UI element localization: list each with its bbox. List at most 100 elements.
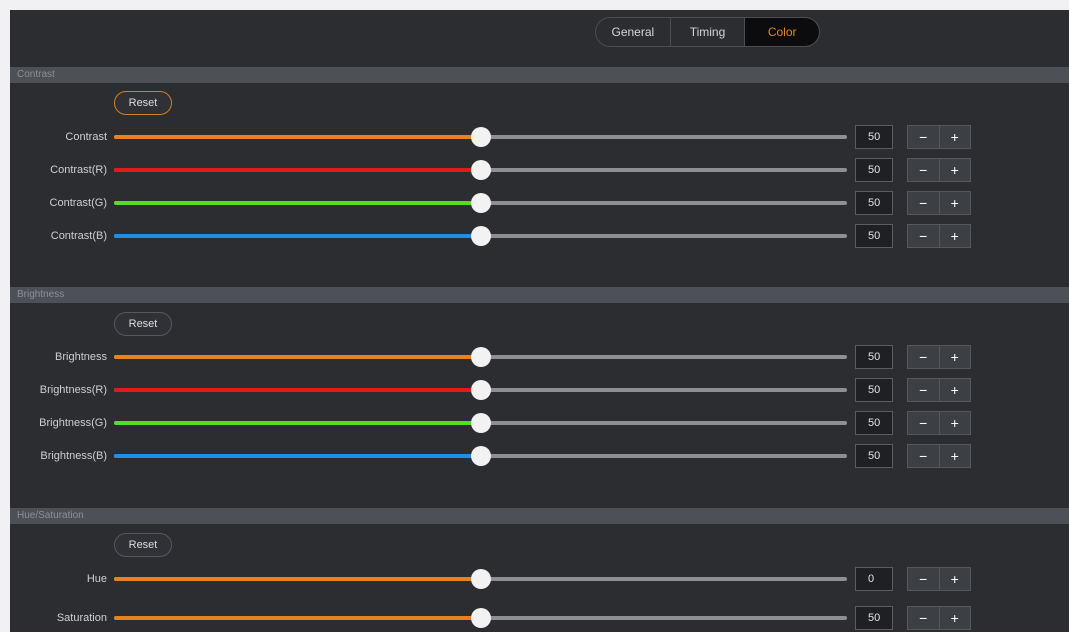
slider-fill [114,234,481,238]
slider-label: Brightness(R) [39,384,107,396]
slider-track[interactable] [114,446,847,466]
slider-track[interactable] [114,160,847,180]
value-stepper: − + [907,411,971,435]
brightness-reset-button[interactable]: Reset [114,312,172,336]
tab-color[interactable]: Color [744,18,819,46]
slider-thumb[interactable] [470,413,491,433]
slider-thumb[interactable] [470,347,491,367]
slider-fill [114,168,481,172]
increment-button[interactable]: + [938,412,970,434]
slider-thumb[interactable] [470,127,491,147]
slider-row-brightness-g: Brightness(G) 50 − + [10,411,1069,435]
value-stepper: − + [907,125,971,149]
increment-button[interactable]: + [938,568,970,590]
slider-label: Contrast(R) [50,164,107,176]
increment-button[interactable]: + [938,192,970,214]
decrement-button[interactable]: − [908,225,939,247]
decrement-button[interactable]: − [908,346,939,368]
slider-row-contrast-g: Contrast(G) 50 − + [10,191,1069,215]
slider-track[interactable] [114,347,847,367]
slider-label: Contrast(B) [50,230,107,242]
value-field[interactable]: 50 [855,158,893,182]
slider-fill [114,454,481,458]
contrast-section: Contrast Reset Contrast 50 − + Contrast(… [10,67,1069,277]
increment-button[interactable]: + [938,159,970,181]
slider-fill [114,201,481,205]
slider-row-contrast-b: Contrast(B) 50 − + [10,224,1069,248]
decrement-button[interactable]: − [908,192,939,214]
slider-thumb[interactable] [470,160,491,180]
value-stepper: − + [907,567,971,591]
increment-button[interactable]: + [938,379,970,401]
slider-track[interactable] [114,380,847,400]
increment-button[interactable]: + [938,607,970,629]
value-field[interactable]: 50 [855,444,893,468]
slider-thumb[interactable] [470,226,491,246]
slider-label: Brightness(B) [40,450,107,462]
slider-track[interactable] [114,127,847,147]
slider-fill [114,616,481,620]
decrement-button[interactable]: − [908,379,939,401]
slider-row-brightness-b: Brightness(B) 50 − + [10,444,1069,468]
slider-fill [114,577,481,581]
value-field[interactable]: 50 [855,191,893,215]
slider-fill [114,355,481,359]
slider-thumb[interactable] [470,446,491,466]
value-field[interactable]: 50 [855,345,893,369]
value-stepper: − + [907,606,971,630]
value-stepper: − + [907,224,971,248]
value-stepper: − + [907,191,971,215]
slider-label: Brightness [55,351,107,363]
value-field[interactable]: 50 [855,378,893,402]
slider-row-brightness-r: Brightness(R) 50 − + [10,378,1069,402]
value-stepper: − + [907,158,971,182]
hue-saturation-reset-button[interactable]: Reset [114,533,172,557]
brightness-section: Brightness Reset Brightness 50 − + Brigh… [10,287,1069,497]
value-stepper: − + [907,345,971,369]
increment-button[interactable]: + [938,126,970,148]
decrement-button[interactable]: − [908,126,939,148]
increment-button[interactable]: + [938,225,970,247]
decrement-button[interactable]: − [908,607,939,629]
increment-button[interactable]: + [938,445,970,467]
slider-fill [114,421,481,425]
slider-row-brightness: Brightness 50 − + [10,345,1069,369]
slider-label: Hue [86,573,107,585]
slider-fill [114,388,481,392]
value-stepper: − + [907,444,971,468]
value-field[interactable]: 50 [855,411,893,435]
tab-timing[interactable]: Timing [669,18,745,46]
value-field[interactable]: 50 [855,125,893,149]
slider-track[interactable] [114,413,847,433]
increment-button[interactable]: + [938,346,970,368]
tab-general[interactable]: General [596,18,670,46]
value-field[interactable]: 50 [855,224,893,248]
tab-bar: General Timing Color [595,17,820,47]
slider-track[interactable] [114,569,847,589]
slider-fill [114,135,481,139]
slider-row-contrast: Contrast 50 − + [10,125,1069,149]
slider-row-contrast-r: Contrast(R) 50 − + [10,158,1069,182]
slider-label: Saturation [56,612,107,624]
settings-panel: General Timing Color Contrast Reset Cont… [10,10,1069,632]
slider-track[interactable] [114,226,847,246]
contrast-reset-button[interactable]: Reset [114,91,172,115]
decrement-button[interactable]: − [908,445,939,467]
slider-label: Contrast [65,131,107,143]
value-stepper: − + [907,378,971,402]
slider-thumb[interactable] [470,193,491,213]
decrement-button[interactable]: − [908,412,939,434]
decrement-button[interactable]: − [908,159,939,181]
slider-thumb[interactable] [470,380,491,400]
slider-track[interactable] [114,608,847,628]
section-header: Hue/Saturation [10,508,1069,524]
value-field[interactable]: 0 [855,567,893,591]
slider-track[interactable] [114,193,847,213]
section-header: Brightness [10,287,1069,303]
slider-thumb[interactable] [470,569,491,589]
slider-row-saturation: Saturation 50 − + [10,606,1069,630]
slider-thumb[interactable] [470,608,491,628]
slider-label: Brightness(G) [39,417,107,429]
value-field[interactable]: 50 [855,606,893,630]
decrement-button[interactable]: − [908,568,939,590]
